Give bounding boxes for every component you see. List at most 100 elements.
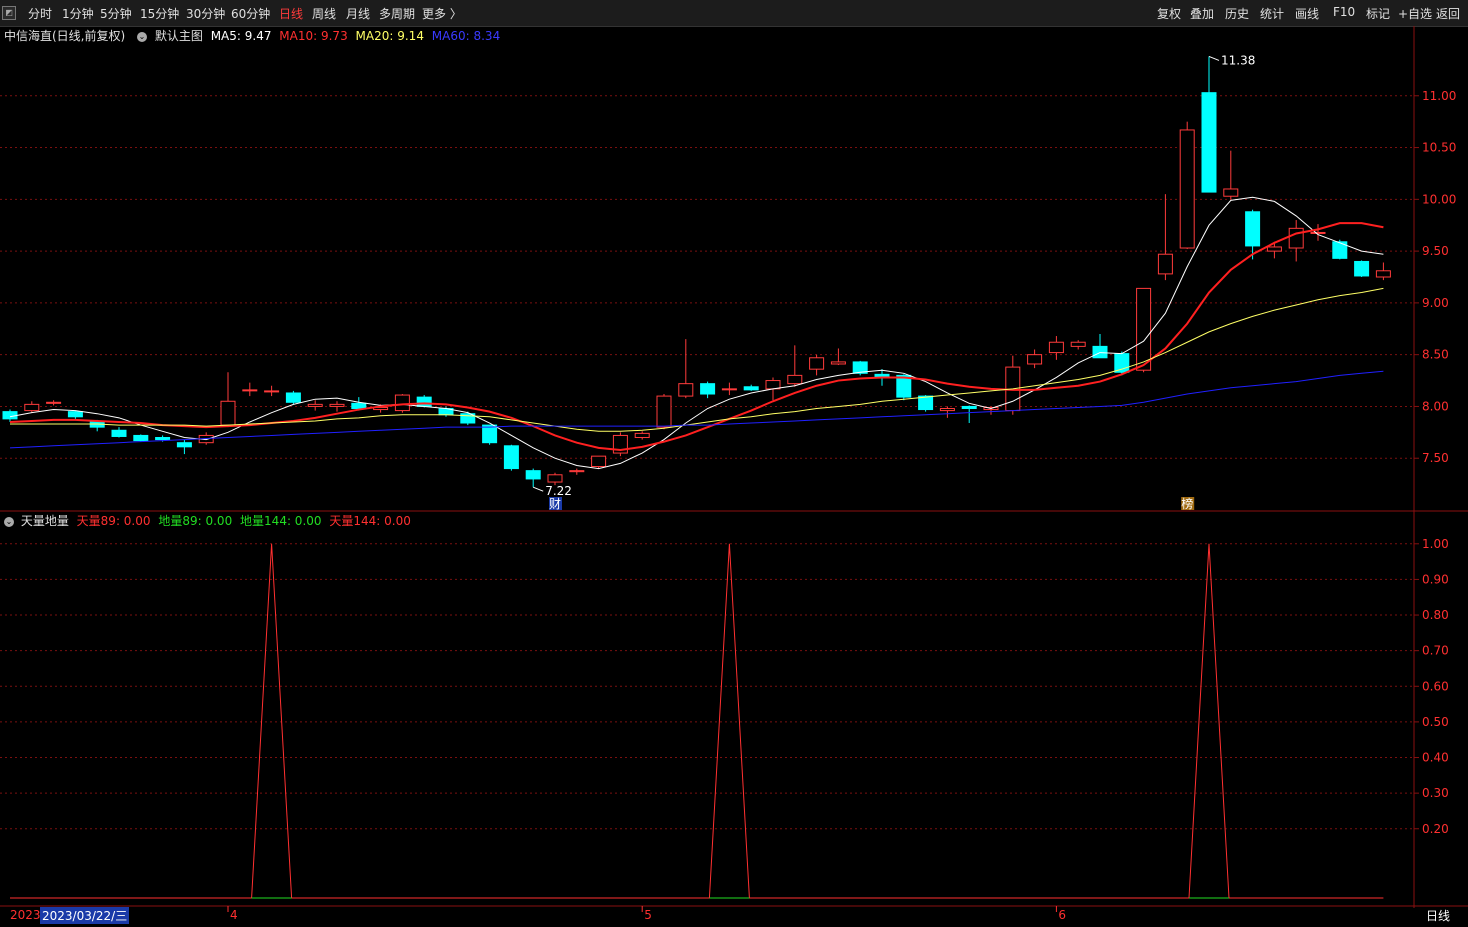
candle-body-54 [1179,129,1195,249]
candle-body-0 [2,411,18,420]
candle-body-8 [176,442,192,448]
toolbar-button-7[interactable]: +自选 [1398,5,1432,22]
period-tab-8[interactable]: 月线 [346,5,370,22]
main-ytick-label-1: 8.00 [1422,399,1449,413]
candle-body-31 [678,383,694,397]
indicator-toggle-icon[interactable]: ⌄ [4,516,14,527]
candle-body-32 [700,383,716,395]
candle-body-58 [1266,246,1282,252]
main-ytick-label-5: 10.00 [1422,192,1456,206]
candle-body-47 [1027,354,1043,365]
toolbar-button-8[interactable]: 返回 [1436,5,1460,22]
candle-body-52 [1136,287,1152,371]
cursor-date: 2023/03/22/三 [40,907,130,924]
period-tab-1[interactable]: 1分钟 [62,5,94,22]
period-tab-0[interactable]: 分时 [28,5,52,22]
candle-body-33 [721,388,737,391]
main-ytick-label-6: 10.50 [1422,141,1456,155]
sub-ytick-label-1: 0.30 [1422,786,1449,800]
sub-ytick-label-5: 0.70 [1422,644,1449,658]
sub-chart-info: ⌄ 天量地量 天量89: 0.00 地量89: 0.00 地量144: 0.00… [0,512,411,528]
indicator-name[interactable]: 天量地量 [21,514,69,528]
candle-body-10 [220,400,236,426]
tian144-value: 天量144: 0.00 [329,514,411,528]
marker-cai: 财 [549,497,561,511]
candle-body-1 [24,403,40,412]
candle-body-14 [307,403,323,407]
candle-body-48 [1048,341,1064,354]
candle-body-12 [264,390,280,393]
toolbar-button-5[interactable]: F10 [1333,5,1355,19]
period-tab-10[interactable]: 更多 〉 [422,5,462,22]
x-axis-label-3: 6 [1058,908,1066,922]
candle-body-19 [416,396,432,407]
candle-body-49 [1070,341,1086,347]
tian-spike-12 [251,543,293,899]
candle-body-26 [569,470,585,473]
toolbar: ◩ 分时 1分钟 5分钟 15分钟 30分钟 60分钟 日线 周线 月线 多周期 更多 〉 复权 叠加… [0,0,1468,27]
ma-line-ma20 [10,287,1384,432]
candle-body-55 [1201,92,1217,193]
candle-body-6 [133,434,149,442]
toolbar-button-1[interactable]: 叠加 [1190,5,1214,22]
candle-body-27 [591,455,607,468]
toolbar-button-3[interactable]: 统计 [1260,5,1284,22]
candle-body-23 [503,445,519,470]
candle-body-5 [111,429,127,437]
toolbar-button-4[interactable]: 画线 [1295,5,1319,22]
di144-value: 地量144: 0.00 [240,514,322,528]
candle-body-2 [46,401,62,404]
candle-body-18 [394,394,410,412]
candle-body-44 [961,405,977,410]
period-tab-3[interactable]: 15分钟 [140,5,179,22]
period-tab-6[interactable]: 日线 [279,5,303,22]
x-axis-label-0: 2023 [10,908,41,922]
candle-body-57 [1245,211,1261,247]
toolbar-button-6[interactable]: 标记 [1366,5,1390,22]
candle-body-56 [1223,188,1239,197]
candle-body-13 [285,392,301,403]
kline-chart[interactable]: 7.50 8.00 8.50 9.00 9.50 10.00 10.50 11.00 0.20 0… [0,26,1468,927]
di89-value: 地量89: 0.00 [158,514,233,528]
candle-body-16 [351,402,367,410]
candle-body-42 [918,395,934,411]
candle-body-63 [1375,270,1391,278]
sub-ytick-label-7: 0.90 [1422,572,1449,586]
candle-body-43 [939,408,955,412]
candle-body-38 [830,361,846,365]
high-pointer [1208,55,1220,61]
candle-body-36 [787,374,803,385]
candle-body-50 [1092,345,1108,359]
candle-body-30 [656,395,672,428]
tian89-value: 天量89: 0.00 [76,514,151,528]
sub-ytick-label-2: 0.40 [1422,751,1449,765]
toolbar-button-2[interactable]: 历史 [1225,5,1249,22]
period-label[interactable]: 日线 [1426,907,1450,924]
toolbar-button-0[interactable]: 复权 [1157,5,1181,22]
candle-body-24 [525,470,541,480]
candle-body-53 [1157,253,1173,275]
period-tab-4[interactable]: 30分钟 [186,5,225,22]
period-tab-2[interactable]: 5分钟 [100,5,132,22]
marker-bang: 榜 [1181,496,1193,511]
main-ytick-label-2: 8.50 [1422,348,1449,362]
sub-ytick-label-8: 1.00 [1422,537,1449,551]
high-price-label: 11.38 [1221,53,1255,67]
period-tab-5[interactable]: 60分钟 [231,5,270,22]
candle-body-11 [242,389,258,392]
corner-button[interactable]: ◩ [2,6,16,20]
x-axis-label-2: 5 [644,908,652,922]
candle-body-7 [155,437,171,441]
candle-body-34 [743,386,759,391]
period-tab-9[interactable]: 多周期 [379,5,415,22]
candle-body-35 [765,380,781,390]
candle-body-22 [482,424,498,444]
candle-body-37 [809,357,825,370]
period-tab-7[interactable]: 周线 [312,5,336,22]
sub-ytick-label-3: 0.50 [1422,715,1449,729]
main-ytick-label-0: 7.50 [1422,451,1449,465]
low-pointer [533,486,544,492]
ma-line-ma5 [9,196,1384,470]
candle-body-3 [67,411,83,418]
candle-body-29 [634,432,650,439]
